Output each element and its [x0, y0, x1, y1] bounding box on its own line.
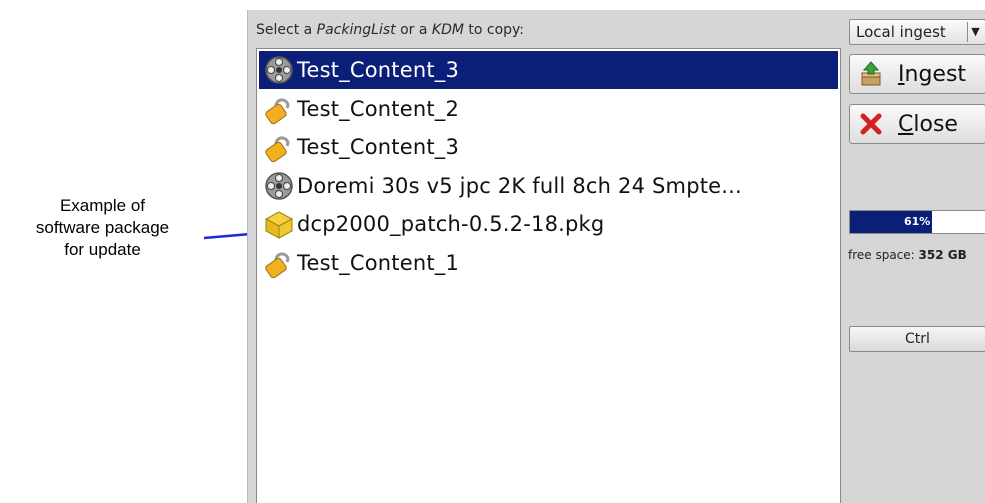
annotation-callout: Example of software package for update: [0, 195, 205, 261]
annotation-line: Example of: [59, 196, 146, 215]
film-reel-icon: [263, 170, 295, 202]
film-reel-icon: [263, 54, 295, 86]
list-item-label: Test_Content_3: [297, 58, 460, 82]
content-list[interactable]: Test_Content_3 Test_Content_2 Test_Content…: [256, 48, 841, 503]
list-item-label: Test_Content_1: [297, 250, 460, 275]
ingest-mode-select[interactable]: Local ingest ▼: [849, 19, 985, 45]
ctrl-button[interactable]: Ctrl: [849, 326, 985, 352]
list-item[interactable]: dcp2000_patch-0.5.2-18.pkg: [259, 205, 838, 243]
ingest-icon: [861, 61, 881, 86]
list-item[interactable]: Test_Content_3: [259, 128, 838, 166]
package-icon: [263, 208, 295, 240]
padlock-icon: [263, 131, 295, 163]
list-item-label: Doremi 30s v5 jpc 2K full 8ch 24 Smpte..…: [297, 173, 742, 198]
chevron-down-icon[interactable]: ▼: [967, 22, 983, 42]
free-space-text: free space: 352 GB: [848, 248, 967, 262]
free-space-value: 352 GB: [918, 248, 967, 262]
ingest-dialog: Select a PackingList or a KDM to copy: T…: [247, 10, 985, 503]
list-item-label: dcp2000_patch-0.5.2-18.pkg: [297, 212, 605, 236]
list-item[interactable]: Doremi 30s v5 jpc 2K full 8ch 24 Smpte..…: [259, 167, 838, 205]
annotation-line: for update: [64, 240, 141, 259]
ingest-button[interactable]: Ingest: [849, 54, 985, 94]
progress-label: 61%: [904, 215, 931, 228]
annotation-line: software package: [35, 218, 170, 237]
list-item-label: Test_Content_3: [297, 135, 460, 159]
ingest-mode-value: Local ingest: [856, 23, 946, 41]
list-item[interactable]: Test_Content_2: [259, 90, 838, 128]
close-label: Close: [898, 111, 958, 137]
list-item[interactable]: Test_Content_3: [259, 51, 838, 89]
list-prompt: Select a PackingList or a KDM to copy:: [256, 22, 525, 38]
list-item[interactable]: Test_Content_1: [259, 244, 838, 282]
close-icon: [860, 113, 882, 135]
close-button[interactable]: Close: [849, 104, 985, 144]
disk-usage-progress: 61%: [849, 210, 985, 234]
padlock-icon: [263, 247, 295, 279]
list-item-label: Test_Content_2: [297, 96, 460, 121]
padlock-icon: [263, 93, 295, 125]
ingest-label: Ingest: [898, 61, 967, 87]
